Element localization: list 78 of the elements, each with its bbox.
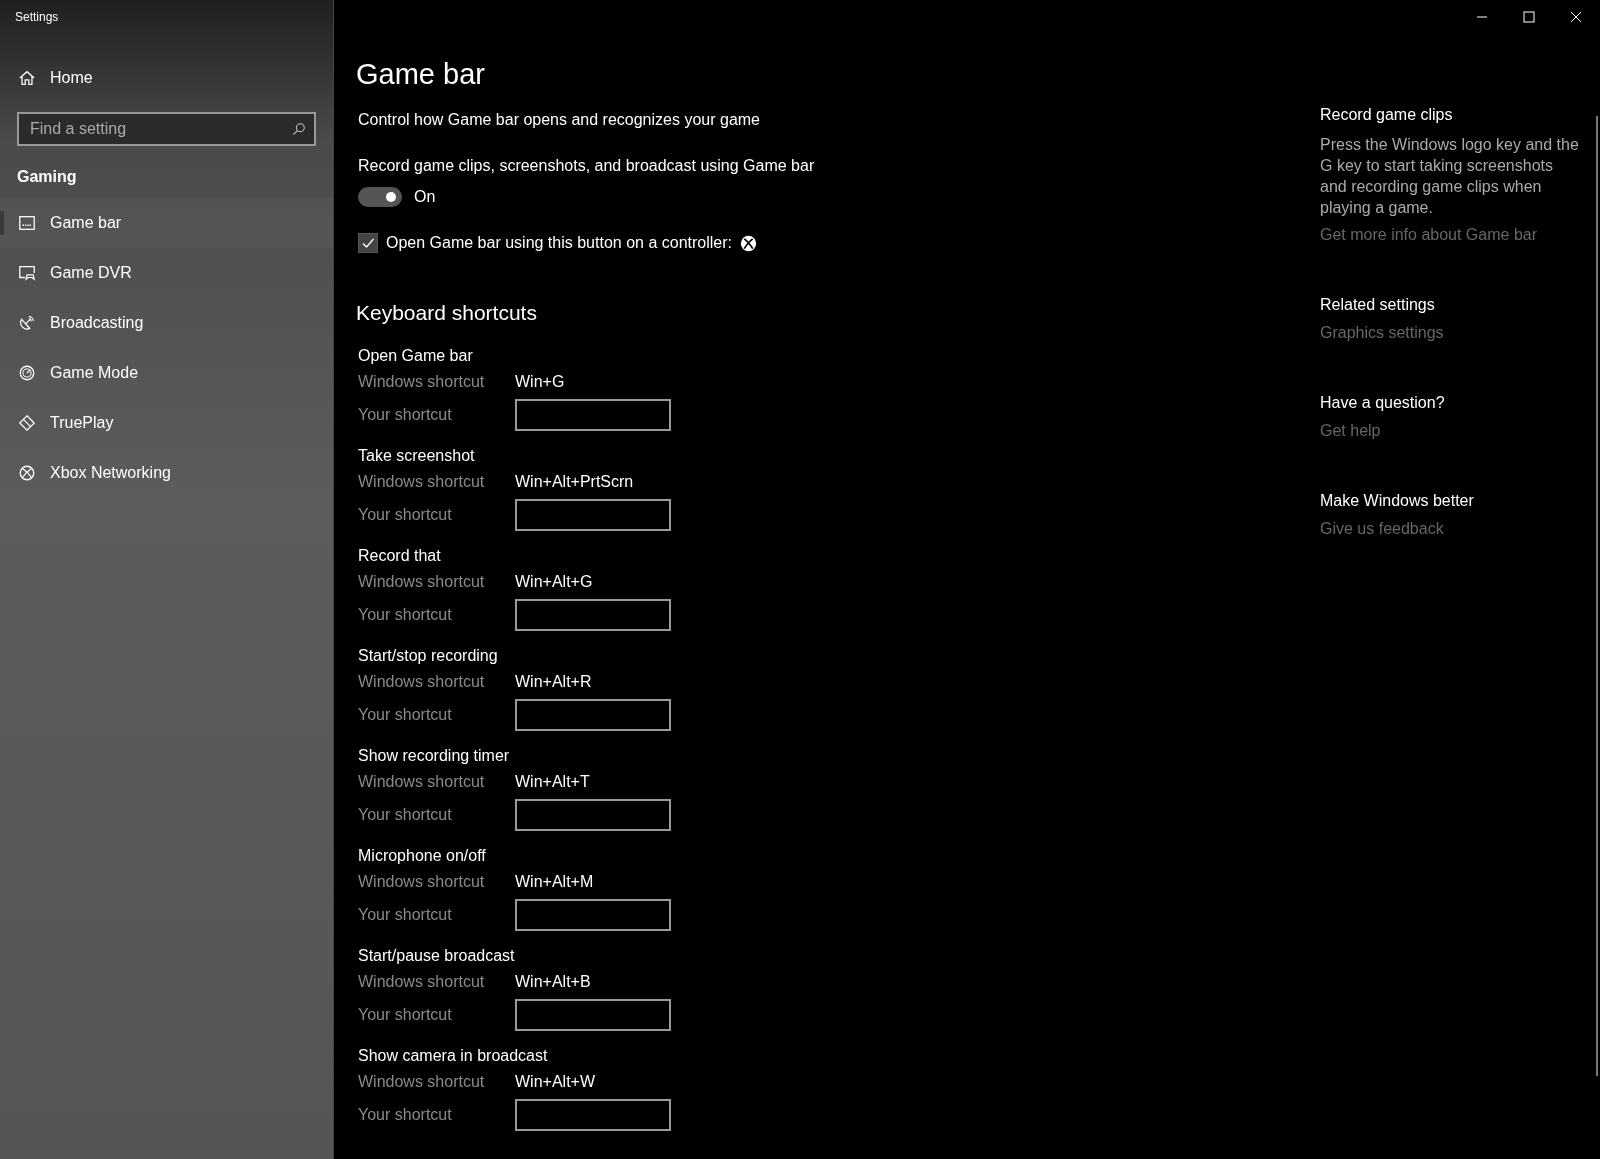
shortcut-value: Win+G: [515, 373, 565, 391]
shortcut-value: Win+Alt+M: [515, 873, 594, 891]
xbox-icon: [18, 464, 36, 482]
aside-link[interactable]: Give us feedback: [1320, 520, 1580, 538]
field-label: Your shortcut: [358, 406, 453, 424]
field-label: Windows shortcut: [358, 873, 486, 891]
nav-item[interactable]: Game DVR: [0, 248, 333, 298]
field-label: Windows shortcut: [358, 973, 486, 991]
field-label: Your shortcut: [358, 706, 453, 724]
toggle-label: Record game clips, screenshots, and broadcast using Game bar: [358, 157, 816, 175]
aside-heading: Record game clips: [1320, 106, 1454, 124]
shortcut-input[interactable]: [515, 599, 671, 631]
gauge-icon: [18, 364, 36, 382]
toggle-switch[interactable]: [358, 187, 402, 207]
search-icon: [292, 122, 306, 136]
screen-controller-icon: [18, 264, 36, 282]
field-label: Windows shortcut: [358, 573, 486, 591]
field-label: Windows shortcut: [358, 473, 486, 491]
nav-item[interactable]: Xbox Networking: [0, 448, 333, 498]
field-label: Your shortcut: [358, 606, 453, 624]
field-label: Your shortcut: [358, 506, 453, 524]
xbox-icon: [740, 234, 757, 252]
checkbox-label: Open Game bar using this button on a controller:: [386, 234, 732, 252]
field-label: Your shortcut: [358, 1106, 453, 1124]
home-link[interactable]: Home: [0, 56, 333, 100]
section-heading: Keyboard shortcuts: [356, 301, 538, 325]
satellite-dish-icon: [18, 314, 36, 332]
aside-text: Press the Windows logo key and the G key to start taking screenshots and recording game clips when playing a game.: [1320, 135, 1580, 218]
aside-link[interactable]: Graphics settings: [1320, 324, 1580, 342]
shortcut-name: Microphone on/off: [358, 846, 487, 866]
aside-heading: Have a question?: [1320, 394, 1446, 412]
shortcut-input[interactable]: [515, 1099, 671, 1131]
shortcut-name: Record that: [358, 546, 442, 566]
aside-heading: Related settings: [1320, 296, 1436, 314]
field-label: Windows shortcut: [358, 1073, 486, 1091]
field-label: Your shortcut: [358, 1006, 453, 1024]
shortcut-value: Win+Alt+W: [515, 1073, 595, 1091]
shortcut-name: Start/stop recording: [358, 646, 499, 666]
shortcut-value: Win+Alt+G: [515, 573, 593, 591]
shortcut-name: Open Game bar: [358, 346, 474, 366]
shortcut-value: Win+Alt+T: [515, 773, 590, 791]
shortcut-input[interactable]: [515, 399, 671, 431]
field-label: Your shortcut: [358, 806, 453, 824]
aside-heading: Make Windows better: [1320, 492, 1475, 510]
maximize-icon[interactable]: [1523, 11, 1535, 23]
shortcut-name: Start/pause broadcast: [358, 946, 516, 966]
shortcut-input[interactable]: [515, 499, 671, 531]
field-label: Windows shortcut: [358, 673, 486, 691]
monitor-icon: [18, 214, 36, 232]
home-icon: [18, 69, 36, 87]
nav-item[interactable]: TruePlay: [0, 398, 333, 448]
nav-item[interactable]: Broadcasting: [0, 298, 333, 348]
aside-link[interactable]: Get help: [1320, 422, 1580, 440]
toggle-state: On: [414, 188, 436, 206]
aside-link[interactable]: Get more info about Game bar: [1320, 226, 1580, 244]
shortcut-name: Show recording timer: [358, 746, 511, 766]
nav-item[interactable]: Game bar: [0, 198, 333, 248]
checkbox[interactable]: [358, 233, 378, 253]
shortcut-input[interactable]: [515, 799, 671, 831]
shortcut-value: Win+Alt+R: [515, 673, 592, 691]
shortcut-input[interactable]: [515, 899, 671, 931]
shortcut-value: Win+Alt+B: [515, 973, 591, 991]
field-label: Windows shortcut: [358, 373, 486, 391]
close-icon[interactable]: [1570, 11, 1582, 23]
nav-item[interactable]: Game Mode: [0, 348, 333, 398]
shortcut-name: Take screenshot: [358, 446, 476, 466]
page-title: Game bar: [356, 58, 486, 91]
shortcut-value: Win+Alt+PrtScrn: [515, 473, 634, 491]
field-label: Your shortcut: [358, 906, 453, 924]
shortcut-input[interactable]: [515, 699, 671, 731]
window-title: Settings: [14, 9, 60, 26]
shortcut-name: Show camera in broadcast: [358, 1046, 549, 1066]
section-heading: Gaming: [16, 167, 78, 187]
page-description: Control how Game bar opens and recognizes your game: [358, 111, 761, 129]
search-field[interactable]: Find a setting: [17, 112, 316, 146]
field-label: Windows shortcut: [358, 773, 486, 791]
shortcut-input[interactable]: [515, 999, 671, 1031]
scrollbar[interactable]: [1596, 116, 1598, 1076]
